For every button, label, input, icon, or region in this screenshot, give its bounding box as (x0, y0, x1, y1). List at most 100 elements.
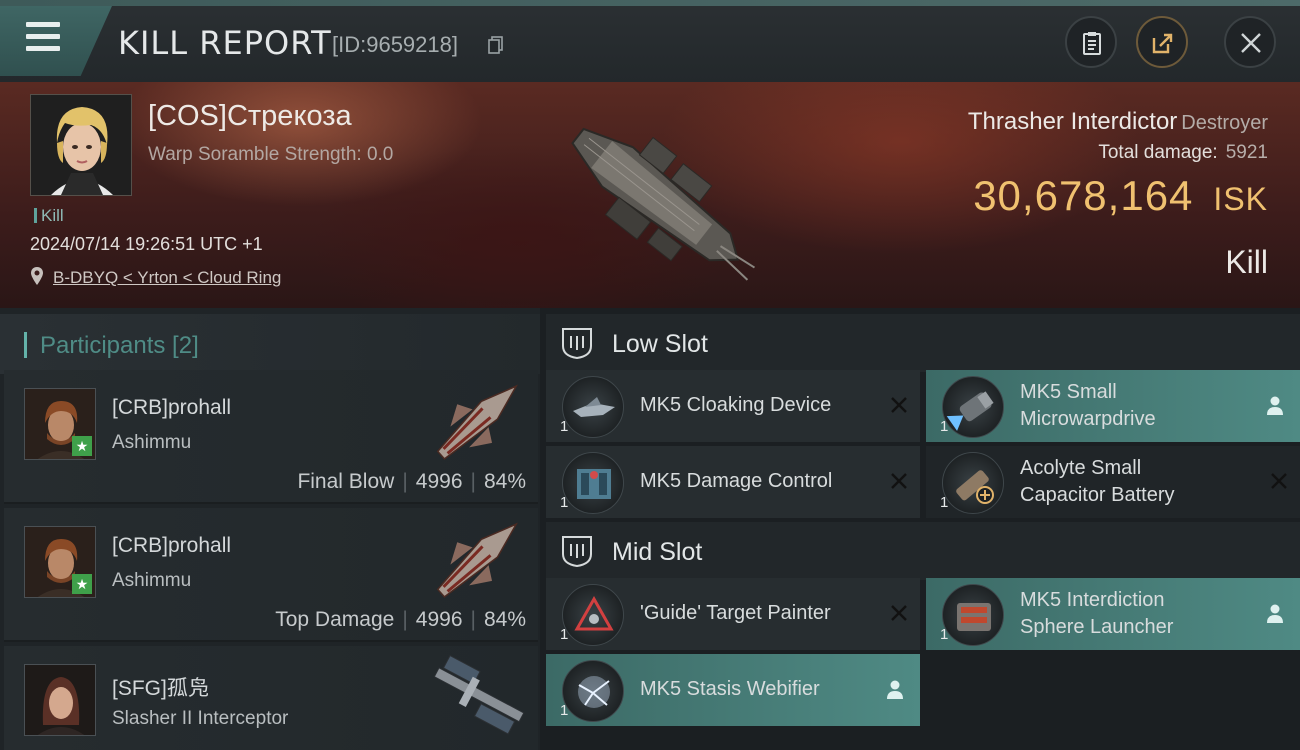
participants-header: Participants [2] (0, 314, 540, 374)
module-damage-control[interactable]: 1 MK5 Damage Control (546, 446, 920, 518)
victim-ship-image[interactable] (545, 92, 765, 307)
module-quantity: 1 (560, 494, 569, 511)
participant-ship: Slasher II Interceptor (112, 708, 289, 729)
module-stasis-webifier[interactable]: 1 MK5 Stasis Webifier (546, 654, 920, 726)
participant-name[interactable]: [CRB]prohall (112, 534, 231, 558)
clipboard-icon (1083, 32, 1101, 55)
participant-ship-image (436, 384, 518, 460)
victim-portrait[interactable] (30, 94, 132, 196)
module-icon (562, 376, 624, 438)
total-damage-label: Total damage: (1098, 142, 1218, 163)
participant-ship: Ashimmu (112, 432, 192, 453)
module-name-line-1: Acolyte Small (1020, 457, 1142, 479)
module-quantity: 1 (940, 418, 949, 435)
page-title: KILL REPORT (118, 24, 332, 62)
report-id: [ID:9659218] (332, 32, 458, 57)
pilot-portrait (25, 665, 95, 735)
destroyed-x-icon (891, 397, 907, 413)
low-slot-icon (562, 328, 592, 360)
participant-damage: 4996 (415, 608, 463, 631)
copy-icon[interactable] (488, 36, 504, 54)
total-damage: Total damage: 5921 (1098, 142, 1268, 164)
share-button[interactable] (1136, 16, 1188, 68)
dropped-person-icon (1267, 604, 1283, 623)
low-slot-label: Low Slot (612, 330, 708, 358)
clipboard-button[interactable] (1065, 16, 1117, 68)
header-bar: KILL REPORT [ID:9659218] (0, 0, 1300, 82)
module-name: 'Guide' Target Painter (640, 602, 831, 624)
participant-name[interactable]: [SFG]孤凫 (112, 672, 209, 702)
isk-amount: 30,678,164 (973, 172, 1194, 219)
victim-ship-name: Thrasher Interdictor (967, 108, 1178, 135)
module-name: MK5 Stasis Webifier (640, 678, 820, 700)
module-interdiction-sphere-launcher[interactable]: 1 MK5 Interdiction Sphere Launcher (926, 578, 1300, 650)
mid-slot-header: Mid Slot (546, 522, 1300, 580)
destroyed-x-icon (891, 473, 907, 489)
participant-ship-image (436, 522, 518, 598)
damage-control-icon (577, 469, 611, 499)
victim-avatar (31, 95, 131, 195)
location-pin-icon (31, 267, 43, 285)
module-quantity: 1 (940, 494, 949, 511)
module-icon (942, 376, 1004, 438)
accent-bar (24, 332, 27, 358)
victim-name[interactable]: [COS]Стрекоза (148, 100, 352, 133)
mid-slot-icon (562, 536, 592, 568)
kill-tag: Kill (34, 206, 64, 226)
sphere-launcher-icon (957, 603, 991, 631)
participant-damage: 4996 (415, 470, 463, 493)
module-target-painter[interactable]: 1 'Guide' Target Painter (546, 578, 920, 650)
module-name-line-2: Microwarpdrive (1020, 408, 1156, 430)
module-cloaking-device[interactable]: 1 MK5 Cloaking Device (546, 370, 920, 442)
module-quantity: 1 (560, 626, 569, 643)
close-icon (1241, 33, 1261, 53)
kill-datetime: 2024/07/14 19:26:51 UTC +1 (30, 234, 263, 254)
module-microwarpdrive[interactable]: 1 MK5 Small Microwarpdrive (926, 370, 1300, 442)
isk-value: 30,678,164 ISK (973, 172, 1268, 220)
module-icon (562, 452, 624, 514)
cloaking-device-icon (573, 397, 615, 417)
total-damage-value: 5921 (1225, 142, 1268, 163)
stats-separator: | (402, 608, 408, 631)
module-icon (942, 452, 1004, 514)
participant-row[interactable]: [SFG]孤凫 Slasher II Interceptor (4, 646, 538, 750)
target-painter-icon (574, 595, 614, 631)
module-name: MK5 Damage Control (640, 470, 833, 492)
module-quantity: 1 (560, 418, 569, 435)
stats-separator: | (402, 470, 408, 493)
participant-name[interactable]: [CRB]prohall (112, 396, 231, 420)
stats-separator: | (470, 608, 476, 631)
location-link[interactable]: B-DBYQ < Yrton < Cloud Ring (53, 268, 281, 288)
microwarpdrive-icon (946, 391, 994, 431)
low-slot-header: Low Slot (546, 314, 1300, 372)
result-label: Kill (1225, 244, 1268, 280)
module-quantity: 1 (560, 702, 569, 719)
module-name: MK5 Interdiction Sphere Launcher (1020, 587, 1173, 641)
module-name-line-1: MK5 Interdiction (1020, 589, 1165, 611)
menu-icon[interactable] (26, 22, 62, 52)
avatar (24, 664, 96, 736)
module-quantity: 1 (940, 626, 949, 643)
module-icon (562, 660, 624, 722)
dropped-person-icon (887, 680, 903, 699)
participant-percent: 84% (483, 470, 526, 493)
destroyed-x-icon (891, 605, 907, 621)
participant-role: Final Blow (297, 470, 395, 493)
module-icon (942, 584, 1004, 646)
share-icon (1152, 33, 1173, 54)
fitting-panel: Low Slot 1 MK5 Cloaking Device 1 MK5 Sma… (540, 308, 1300, 750)
participant-row[interactable]: ★ [CRB]prohall Ashimmu Final Blow | 4996 | 8… (4, 370, 538, 504)
module-capacitor-battery[interactable]: 1 Acolyte Small Capacitor Battery (926, 446, 1300, 518)
module-name-line-2: Sphere Launcher (1020, 616, 1174, 638)
stats-separator: | (470, 470, 476, 493)
isk-unit: ISK (1213, 181, 1268, 217)
participant-role: Top Damage (275, 608, 395, 631)
destroyed-x-icon (1271, 473, 1287, 489)
participant-stats: Top Damage | 4996 | 84% (275, 608, 526, 632)
close-button[interactable] (1224, 16, 1276, 68)
participant-row[interactable]: ★ [CRB]prohall Ashimmu Top Damage | 4996 | 8… (4, 508, 538, 642)
victim-ship[interactable]: Thrasher Interdictor Destroyer (968, 108, 1268, 136)
module-name: MK5 Small Microwarpdrive (1020, 379, 1156, 433)
star-badge-icon: ★ (72, 574, 92, 594)
module-name: Acolyte Small Capacitor Battery (1020, 455, 1175, 509)
